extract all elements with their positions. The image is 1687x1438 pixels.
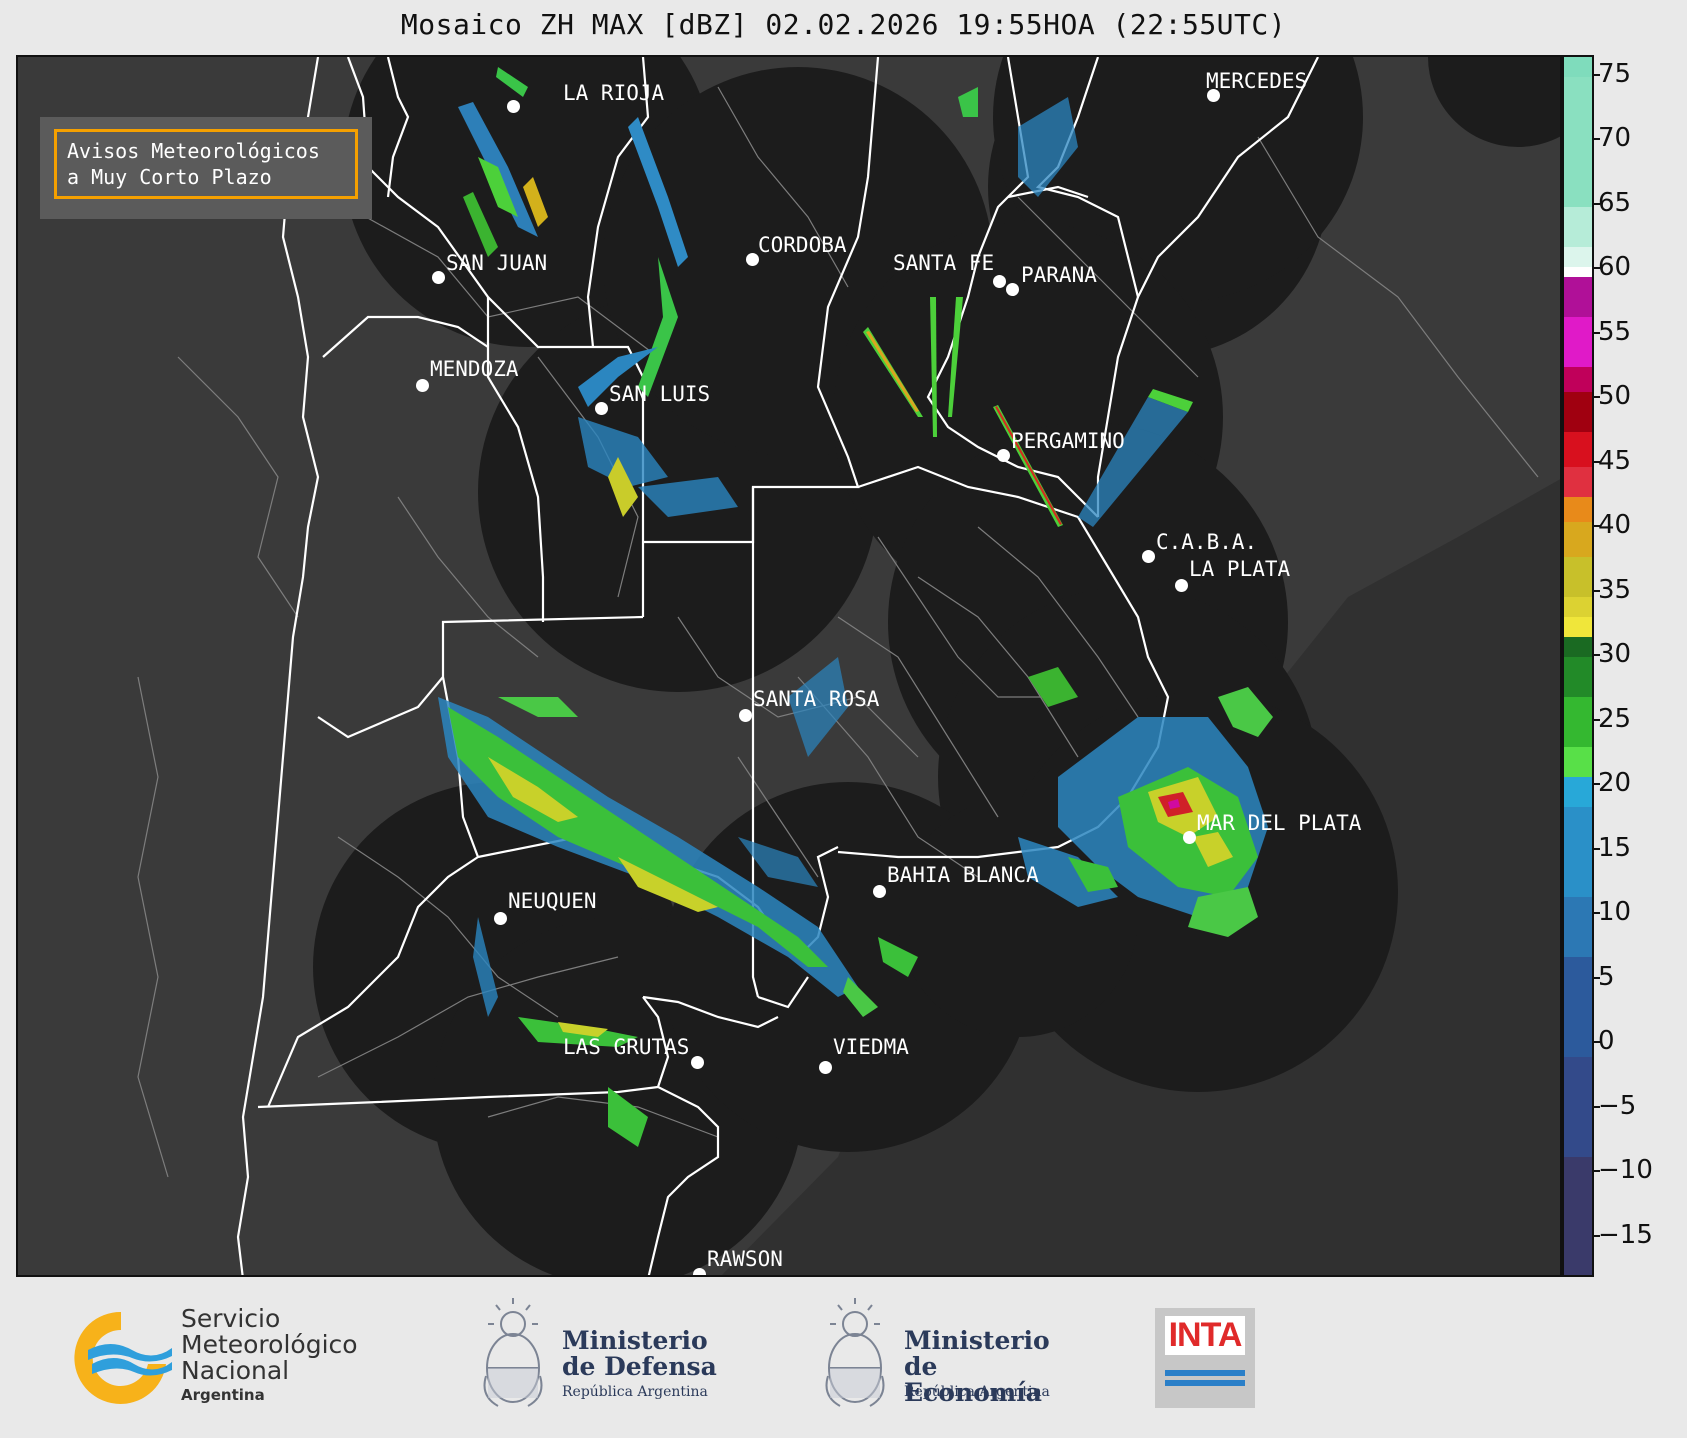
city-label-rawson: RAWSON [707, 1247, 783, 1271]
colorbar-tick-45: 45 [1598, 446, 1632, 476]
colorbar-tick-5: 5 [1598, 962, 1615, 992]
inta-label: INTA [1165, 1316, 1245, 1355]
defensa-logo[interactable]: Ministerio de Defensa República Argentin… [478, 1296, 728, 1416]
city-label-pergamino: PERGAMINO [1011, 429, 1125, 453]
city-dot-la-plata[interactable] [1175, 579, 1188, 592]
colorbar-tick-20: 20 [1598, 768, 1632, 798]
avisos-line-1: Avisos Meteorológicos [67, 139, 320, 163]
colorbar-gradient [1564, 57, 1592, 1275]
city-dot-viedma[interactable] [819, 1061, 832, 1074]
city-dot-rawson[interactable] [693, 1268, 706, 1275]
city-dot-caba[interactable] [1142, 550, 1155, 563]
dbz-colorbar [1562, 55, 1594, 1277]
city-dot-pergamino[interactable] [997, 449, 1010, 462]
smn-line-3: Nacional [181, 1356, 290, 1385]
city-label-la-rioja: LA RIOJA [563, 81, 665, 105]
city-dot-san-luis[interactable] [595, 402, 608, 415]
city-label-la-plata: LA PLATA [1189, 557, 1291, 581]
city-label-neuquen: NEUQUEN [508, 889, 597, 913]
avisos-line-2: a Muy Corto Plazo [67, 165, 272, 189]
smn-logo[interactable]: Servicio Meteorológico Nacional Argentin… [66, 1304, 386, 1414]
city-label-mercedes: MERCEDES [1206, 69, 1308, 93]
colorbar-tick-50: 50 [1598, 381, 1632, 411]
city-dot-san-juan[interactable] [432, 271, 445, 284]
colorbar-tick-65: 65 [1598, 188, 1632, 218]
city-label-mendoza: MENDOZA [430, 357, 519, 381]
smn-emblem-icon [74, 1311, 172, 1404]
colorbar-tick-0: 0 [1598, 1026, 1615, 1056]
city-dot-la-rioja[interactable] [507, 100, 520, 113]
city-dot-santa-rosa[interactable] [739, 709, 752, 722]
city-dot-mar-del-plata[interactable] [1183, 831, 1196, 844]
avisos-badge[interactable]: Avisos Meteorológicos a Muy Corto Plazo [40, 117, 372, 219]
city-label-santa-fe: SANTA FE [893, 251, 995, 275]
city-label-cordoba: CORDOBA [758, 233, 847, 257]
city-label-viedma: VIEDMA [833, 1035, 909, 1059]
colorbar-tick-55: 55 [1598, 317, 1632, 347]
colorbar-tick-35: 35 [1598, 575, 1632, 605]
city-label-bahia-blanca: BAHIA BLANCA [887, 863, 1039, 887]
radar-map[interactable]: Avisos Meteorológicos a Muy Corto Plazo … [16, 55, 1562, 1277]
city-dot-neuquen[interactable] [494, 912, 507, 925]
city-label-santa-rosa: SANTA ROSA [753, 687, 880, 711]
footer-logos: Servicio Meteorológico Nacional Argentin… [0, 1280, 1687, 1438]
city-label-mar-del-plata: MAR DEL PLATA [1197, 811, 1362, 835]
defensa-line-2: de Defensa [562, 1352, 717, 1381]
colorbar-tick-minus15: −15 [1598, 1220, 1653, 1250]
colorbar-tick-30: 30 [1598, 639, 1632, 669]
national-shield-icon [825, 1298, 885, 1407]
smn-line-4: Argentina [181, 1386, 265, 1404]
colorbar-tick-minus5: −5 [1598, 1091, 1637, 1121]
colorbar-tick-10: 10 [1598, 897, 1632, 927]
defensa-line-3: República Argentina [562, 1384, 708, 1400]
economia-line-3: República Argentina [904, 1384, 1050, 1400]
city-dot-mendoza[interactable] [416, 379, 429, 392]
smn-line-1: Servicio [181, 1304, 281, 1333]
city-label-san-juan: SAN JUAN [446, 251, 548, 275]
colorbar-tick-40: 40 [1598, 510, 1632, 540]
city-dot-santa-fe[interactable] [993, 275, 1006, 288]
economia-logo[interactable]: Ministerio de Economía República Argenti… [820, 1296, 1080, 1416]
map-title: Mosaico ZH MAX [dBZ] 02.02.2026 19:55HOA… [400, 8, 1287, 41]
inta-stripe-1 [1165, 1370, 1245, 1376]
city-label-las-grutas: LAS GRUTAS [563, 1035, 690, 1059]
colorbar-tick-70: 70 [1598, 123, 1632, 153]
colorbar-tick-60: 60 [1598, 252, 1632, 282]
city-dot-parana[interactable] [1006, 283, 1019, 296]
colorbar-tick-75: 75 [1598, 59, 1632, 89]
city-label-caba: C.A.B.A. [1156, 530, 1258, 554]
city-label-parana: PARANA [1021, 263, 1097, 287]
defensa-line-1: Ministerio [562, 1326, 708, 1355]
colorbar-tick-15: 15 [1598, 833, 1632, 863]
city-dot-bahia-blanca[interactable] [873, 885, 886, 898]
city-label-san-luis: SAN LUIS [609, 382, 711, 406]
smn-line-2: Meteorológico [181, 1330, 358, 1359]
colorbar-tick-minus10: −10 [1598, 1155, 1653, 1185]
inta-stripe-2 [1165, 1380, 1245, 1386]
economia-line-1: Ministerio [904, 1326, 1050, 1355]
national-shield-icon [483, 1298, 543, 1407]
colorbar-tick-25: 25 [1598, 704, 1632, 734]
avisos-box[interactable]: Avisos Meteorológicos a Muy Corto Plazo [54, 129, 358, 199]
city-dot-las-grutas[interactable] [691, 1056, 704, 1069]
inta-logo[interactable]: INTA [1155, 1308, 1255, 1408]
